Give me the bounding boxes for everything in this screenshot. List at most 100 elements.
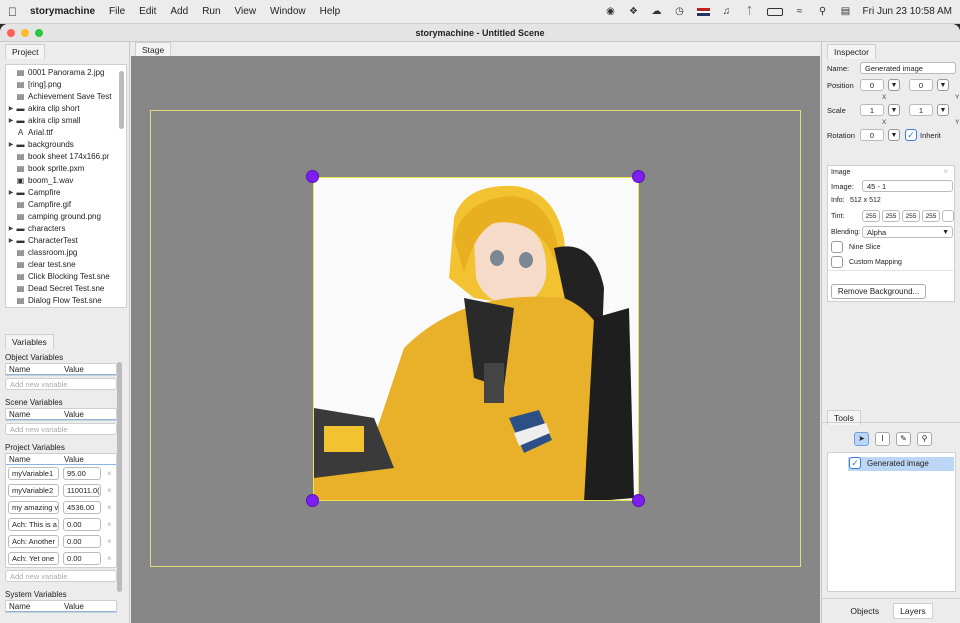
position-y-stepper[interactable]: ▼	[937, 79, 949, 91]
remove-component-icon[interactable]: ×	[943, 167, 948, 176]
mute-icon[interactable]: ♫	[721, 6, 733, 17]
menu-file[interactable]: File	[109, 6, 125, 17]
file-tree-item[interactable]: ▤ Dead Secret Test.sne	[6, 283, 126, 295]
disclosure-arrow-icon[interactable]: ▶	[6, 103, 16, 115]
file-tree-item[interactable]: ▤ Achievement Save Test	[6, 91, 126, 103]
tint-a-field[interactable]: 255	[922, 210, 940, 222]
disclosure-arrow-icon[interactable]: ▶	[6, 139, 16, 151]
file-tree-item[interactable]: ▶ ▬ CharacterTest	[6, 235, 126, 247]
variable-value-field[interactable]: 110011.0(	[63, 484, 101, 497]
add-project-variable-input[interactable]: Add new variable	[5, 570, 117, 582]
file-tree-item[interactable]: ▤ [ring].png	[6, 79, 126, 91]
nine-slice-checkbox[interactable]	[831, 241, 843, 253]
image-source-field[interactable]: 45 - 1	[862, 180, 953, 192]
select-tool-button[interactable]: ➤	[854, 432, 869, 446]
file-tree-item[interactable]: ▶ ▬ backgrounds	[6, 139, 126, 151]
variable-name-field[interactable]: myVariable2	[8, 484, 59, 497]
menu-add[interactable]: Add	[170, 6, 188, 17]
battery-icon[interactable]	[766, 7, 783, 16]
tint-r-field[interactable]: 255	[862, 210, 880, 222]
variable-name-field[interactable]: Ach: This is a	[8, 518, 59, 531]
blending-select[interactable]: Alpha ▼	[862, 226, 953, 238]
variable-value-field[interactable]: 95.00	[63, 467, 101, 480]
file-tree-item[interactable]: ▤ 0001 Panorama 2.jpg	[6, 67, 126, 79]
minimize-window-button[interactable]	[21, 29, 29, 37]
file-tree-item[interactable]: ▤ book sheet 174x166.pr	[6, 151, 126, 163]
delete-variable-icon[interactable]: ×	[107, 469, 112, 478]
file-tree-item[interactable]: ▤ classroom.jpg	[6, 247, 126, 259]
layer-visibility-checkbox[interactable]: ✓	[849, 457, 861, 469]
project-scrollbar[interactable]	[119, 71, 124, 129]
control-center-icon[interactable]: ▤	[840, 6, 852, 17]
variable-value-field[interactable]: 0.00	[63, 535, 101, 548]
scale-x-stepper[interactable]: ▼	[888, 104, 900, 116]
record-icon[interactable]: ◉	[605, 6, 617, 17]
zoom-window-button[interactable]	[35, 29, 43, 37]
scale-x-field[interactable]: 1	[860, 104, 884, 116]
add-scene-variable-input[interactable]: Add new variable	[5, 423, 117, 435]
delete-variable-icon[interactable]: ×	[107, 486, 112, 495]
position-x-field[interactable]: 0	[860, 79, 884, 91]
wifi-icon[interactable]: ≈	[794, 6, 806, 17]
dropbox-icon[interactable]: ❖	[628, 6, 640, 17]
scale-y-stepper[interactable]: ▼	[937, 104, 949, 116]
resize-handle-bottom-right[interactable]	[632, 494, 645, 507]
app-menu[interactable]: storymachine	[30, 6, 95, 17]
tab-stage[interactable]: Stage	[135, 42, 172, 57]
variable-name-field[interactable]: Ach: Yet one	[8, 552, 59, 565]
menu-help[interactable]: Help	[320, 6, 341, 17]
tab-inspector[interactable]: Inspector	[827, 44, 876, 59]
cloud-icon[interactable]: ☁	[651, 6, 663, 17]
file-tree-item[interactable]: ▣ boom_1.wav	[6, 175, 126, 187]
text-tool-button[interactable]: I	[875, 432, 890, 446]
project-file-tree[interactable]: ▤ 0001 Panorama 2.jpg ▤ [ring].png ▤ Achievem…	[5, 64, 127, 308]
flag-icon[interactable]	[696, 7, 710, 16]
disclosure-arrow-icon[interactable]: ▶	[6, 223, 16, 235]
variable-name-field[interactable]: Ach: Another	[8, 535, 59, 548]
name-field[interactable]: Generated image	[860, 62, 956, 74]
tab-objects[interactable]: Objects	[850, 606, 879, 616]
file-tree-item[interactable]: A Arial.ttf	[6, 127, 126, 139]
clock[interactable]: Fri Jun 23 10:58 AM	[863, 6, 953, 17]
menu-view[interactable]: View	[235, 6, 257, 17]
delete-variable-icon[interactable]: ×	[107, 554, 112, 563]
apple-menu-icon[interactable]: 	[8, 5, 30, 19]
remove-background-button[interactable]: Remove Background...	[831, 284, 926, 299]
menu-edit[interactable]: Edit	[139, 6, 156, 17]
layer-item-generated-image[interactable]: Generated image	[867, 459, 929, 468]
file-tree-item[interactable]: ▶ ▬ akira clip short	[6, 103, 126, 115]
disclosure-arrow-icon[interactable]: ▶	[6, 115, 16, 127]
disclosure-arrow-icon[interactable]: ▶	[6, 235, 16, 247]
file-tree-item[interactable]: ▤ Click Blocking Test.sne	[6, 271, 126, 283]
tab-layers[interactable]: Layers	[893, 603, 933, 619]
tab-variables[interactable]: Variables	[5, 334, 54, 349]
file-tree-item[interactable]: ▶ ▬ akira clip small	[6, 115, 126, 127]
resize-handle-top-left[interactable]	[306, 170, 319, 183]
file-tree-item[interactable]: ▶ ▬ Campfire	[6, 187, 126, 199]
variable-name-field[interactable]: myVariable1	[8, 467, 59, 480]
menu-window[interactable]: Window	[270, 6, 306, 17]
variable-value-field[interactable]: 4536.00	[63, 501, 101, 514]
position-x-stepper[interactable]: ▼	[888, 79, 900, 91]
menu-run[interactable]: Run	[202, 6, 220, 17]
rotation-field[interactable]: 0	[860, 129, 884, 141]
edit-tool-button[interactable]: ✎	[896, 432, 911, 446]
inherit-checkbox[interactable]: ✓	[905, 129, 917, 141]
tab-project[interactable]: Project	[5, 44, 46, 59]
tint-g-field[interactable]: 255	[882, 210, 900, 222]
add-object-variable-input[interactable]: Add new variable	[5, 378, 117, 390]
custom-mapping-checkbox[interactable]	[831, 256, 843, 268]
variable-value-field[interactable]: 0.00	[63, 518, 101, 531]
delete-variable-icon[interactable]: ×	[107, 503, 112, 512]
resize-handle-top-right[interactable]	[632, 170, 645, 183]
file-tree-item[interactable]: ▤ Dialog Flow Test.sne	[6, 295, 126, 307]
bluetooth-icon[interactable]: ᛏ	[744, 6, 756, 17]
generated-image-sprite[interactable]	[313, 177, 639, 501]
tint-color-swatch[interactable]	[942, 210, 954, 222]
variable-value-field[interactable]: 0.00	[63, 552, 101, 565]
delete-variable-icon[interactable]: ×	[107, 537, 112, 546]
rotation-stepper[interactable]: ▼	[888, 129, 900, 141]
file-tree-item[interactable]: ▤ clear test.sne	[6, 259, 126, 271]
resize-handle-bottom-left[interactable]	[306, 494, 319, 507]
zoom-tool-button[interactable]: ⚲	[917, 432, 932, 446]
